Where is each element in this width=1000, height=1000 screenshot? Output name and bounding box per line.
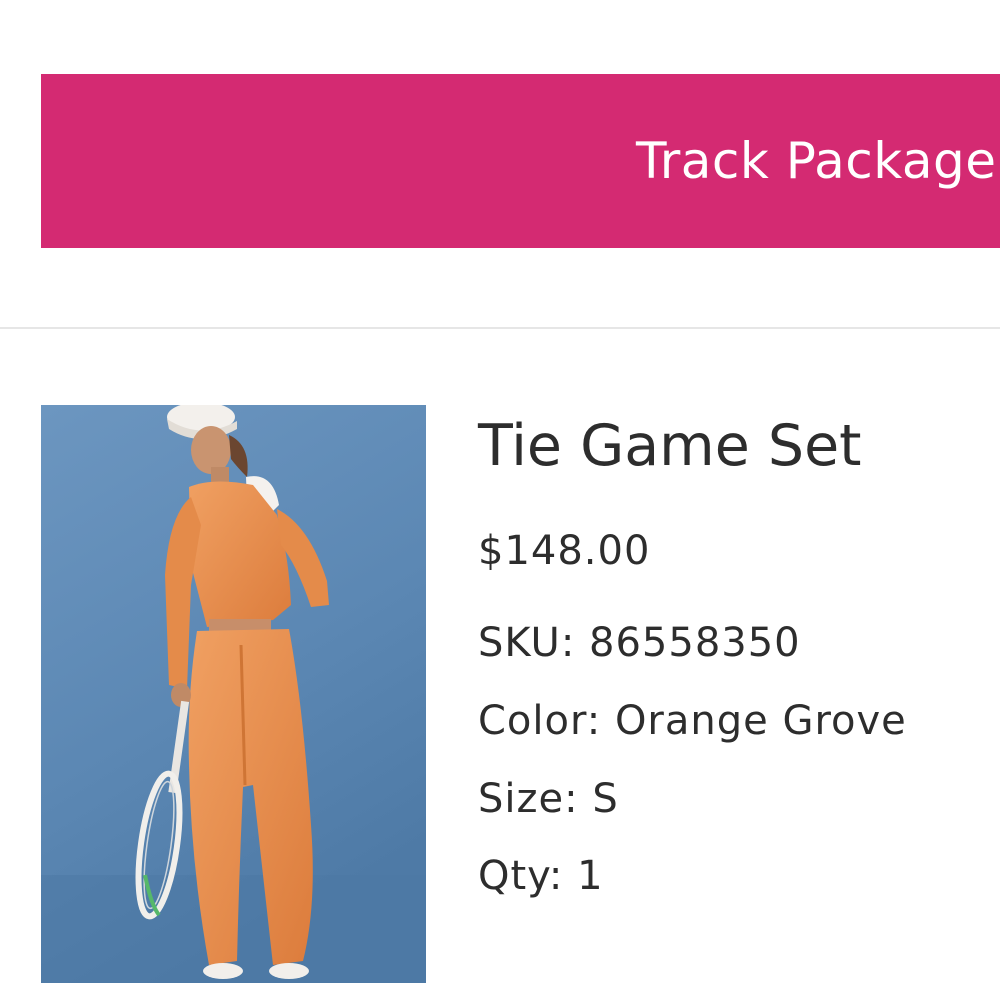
product-qty-row: Qty: 1 — [478, 853, 604, 899]
product-photo — [41, 405, 426, 983]
size-value: S — [592, 776, 619, 822]
qty-label: Qty: — [478, 853, 564, 899]
product-size-row: Size: S — [478, 776, 619, 822]
qty-value: 1 — [577, 853, 604, 899]
product-color-row: Color: Orange Grove — [478, 698, 907, 744]
sku-label: SKU: — [478, 620, 576, 666]
order-details-page: Track Package Tie Game Set $148.00 SKU: … — [0, 0, 1000, 1000]
sku-value: 86558350 — [589, 620, 801, 666]
color-value: Orange Grove — [614, 698, 907, 744]
product-price: $148.00 — [478, 528, 651, 574]
track-package-label: Track Package — [636, 132, 997, 190]
product-image[interactable] — [41, 405, 426, 983]
section-divider — [0, 327, 1000, 329]
product-name[interactable]: Tie Game Set — [478, 413, 862, 479]
product-sku-row: SKU: 86558350 — [478, 620, 801, 666]
size-label: Size: — [478, 776, 579, 822]
color-label: Color: — [478, 698, 602, 744]
